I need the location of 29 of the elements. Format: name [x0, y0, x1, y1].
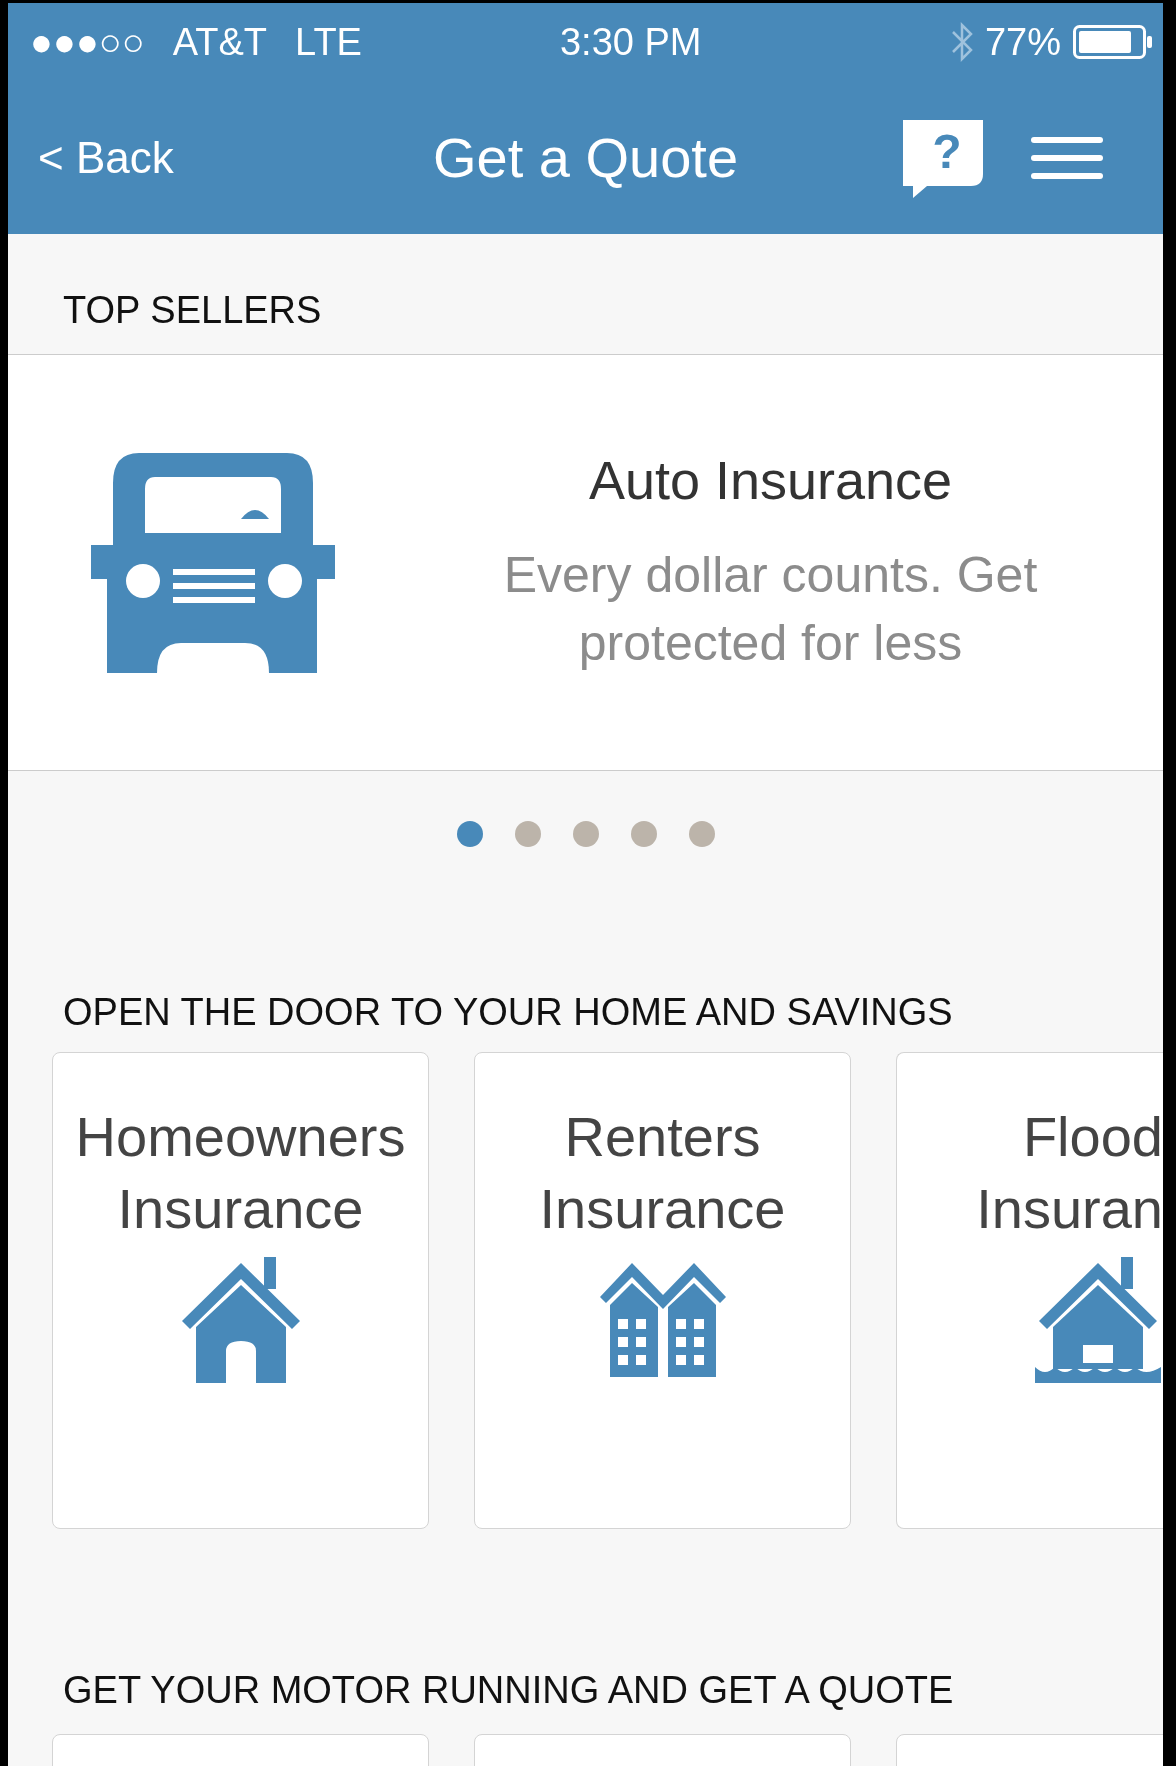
- flooded-house-icon: [1035, 1257, 1161, 1383]
- section-heading: TOP SELLERS: [62, 288, 323, 333]
- section-heading: OPEN THE DOOR TO YOUR HOME AND SAVINGS: [62, 991, 954, 1034]
- battery-percentage: 77%: [984, 20, 1061, 64]
- menu-icon[interactable]: [1031, 135, 1103, 180]
- page-dot[interactable]: [630, 821, 657, 847]
- insurance-card[interactable]: Renters Insurance: [474, 1052, 851, 1529]
- card-title: Homeowners Insurance: [75, 1104, 406, 1242]
- network-type: LTE: [295, 20, 362, 64]
- signal-strength: ●●●○○: [30, 20, 145, 64]
- slide-description: Every dollar counts. Get protected for less: [502, 545, 1039, 673]
- back-button[interactable]: < Back: [38, 132, 174, 183]
- carousel-slide[interactable]: Auto Insurance Every dollar counts. Get protected for less: [8, 354, 1163, 771]
- carrier-name: AT&T: [172, 20, 268, 64]
- page-dot[interactable]: [514, 821, 541, 847]
- section-heading: GET YOUR MOTOR RUNNING AND GET A QUOTE: [62, 1669, 955, 1712]
- page-dot[interactable]: [572, 821, 599, 847]
- battery-icon: [1073, 25, 1153, 59]
- car-icon: [91, 452, 335, 673]
- insurance-card[interactable]: Flood Insuran: [896, 1052, 1163, 1529]
- bluetooth-icon: [950, 20, 973, 64]
- card-title: Renters Insurance: [539, 1104, 786, 1242]
- page-title: Get a Quote: [432, 126, 739, 189]
- page-dot[interactable]: [456, 821, 483, 847]
- card-title: Flood Insuran: [976, 1104, 1163, 1242]
- page-dot[interactable]: [688, 821, 715, 847]
- insurance-card[interactable]: Homeowners Insurance: [52, 1052, 429, 1529]
- clock: 3:30 PM: [558, 20, 703, 64]
- slide-title: Auto Insurance: [587, 448, 954, 511]
